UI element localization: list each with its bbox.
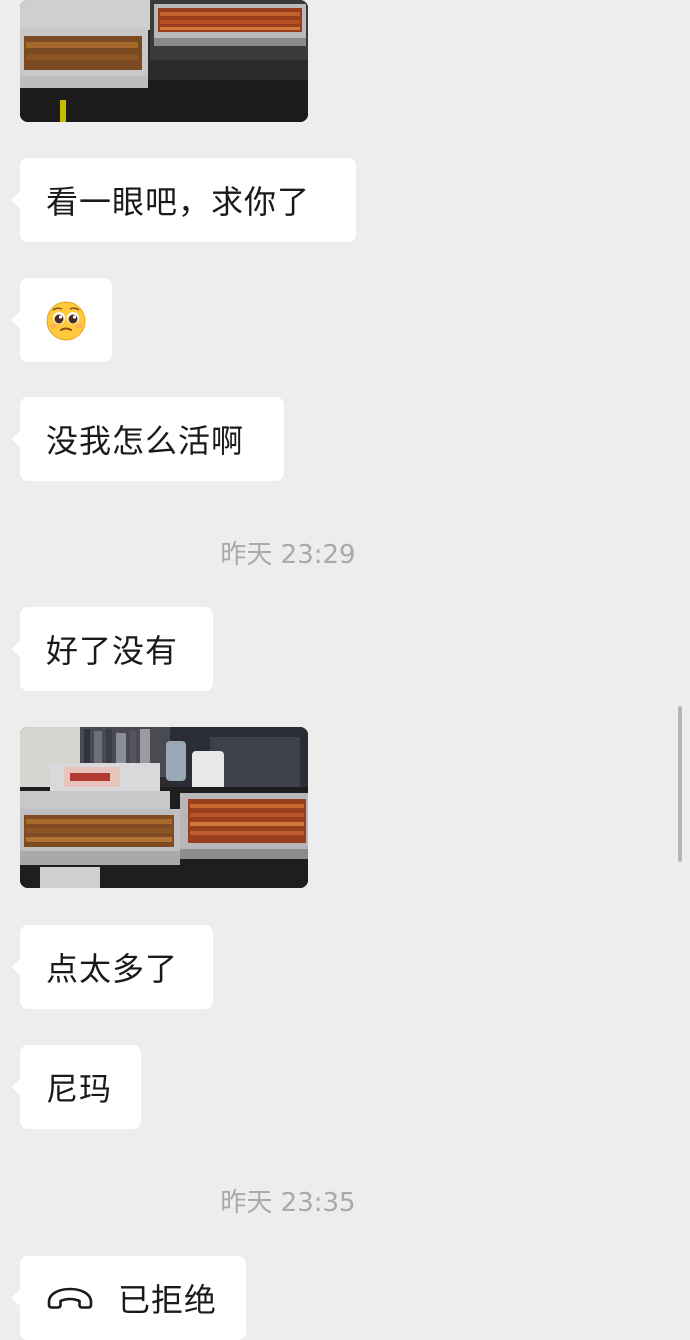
timestamp: 昨天 23:29 xyxy=(220,540,356,570)
call-status-text: 已拒绝 xyxy=(118,1281,218,1319)
food-photo-message[interactable] xyxy=(20,727,308,888)
scrollbar-thumb[interactable] xyxy=(678,706,682,862)
chat-view[interactable]: 看一眼吧，求你了 没我怎么活啊 昨天 23:29 好了没有 点太多了 尼玛 昨天… xyxy=(0,0,690,1340)
message-text: 尼玛 xyxy=(46,1070,113,1108)
message-bubble[interactable]: 好了没有 xyxy=(11,607,213,691)
pleading-face-emoji xyxy=(46,301,86,341)
message-bubble[interactable]: 点太多了 xyxy=(11,925,213,1009)
message-bubble[interactable]: 看一眼吧，求你了 xyxy=(11,158,356,242)
message-bubble[interactable]: 没我怎么活啊 xyxy=(11,397,284,481)
food-photo xyxy=(20,0,308,122)
declined-call-bubble[interactable]: 已拒绝 xyxy=(11,1256,246,1340)
message-text: 点太多了 xyxy=(46,950,179,988)
food-photo xyxy=(20,727,308,888)
message-text: 好了没有 xyxy=(46,632,179,670)
message-bubble[interactable]: 尼玛 xyxy=(11,1045,141,1129)
message-text: 没我怎么活啊 xyxy=(46,422,245,460)
hangup-phone-icon xyxy=(47,1287,93,1309)
emoji-message-bubble[interactable] xyxy=(11,278,112,362)
food-photo-message-top[interactable] xyxy=(20,0,308,122)
message-text: 看一眼吧，求你了 xyxy=(46,183,311,221)
timestamp: 昨天 23:35 xyxy=(220,1188,356,1218)
